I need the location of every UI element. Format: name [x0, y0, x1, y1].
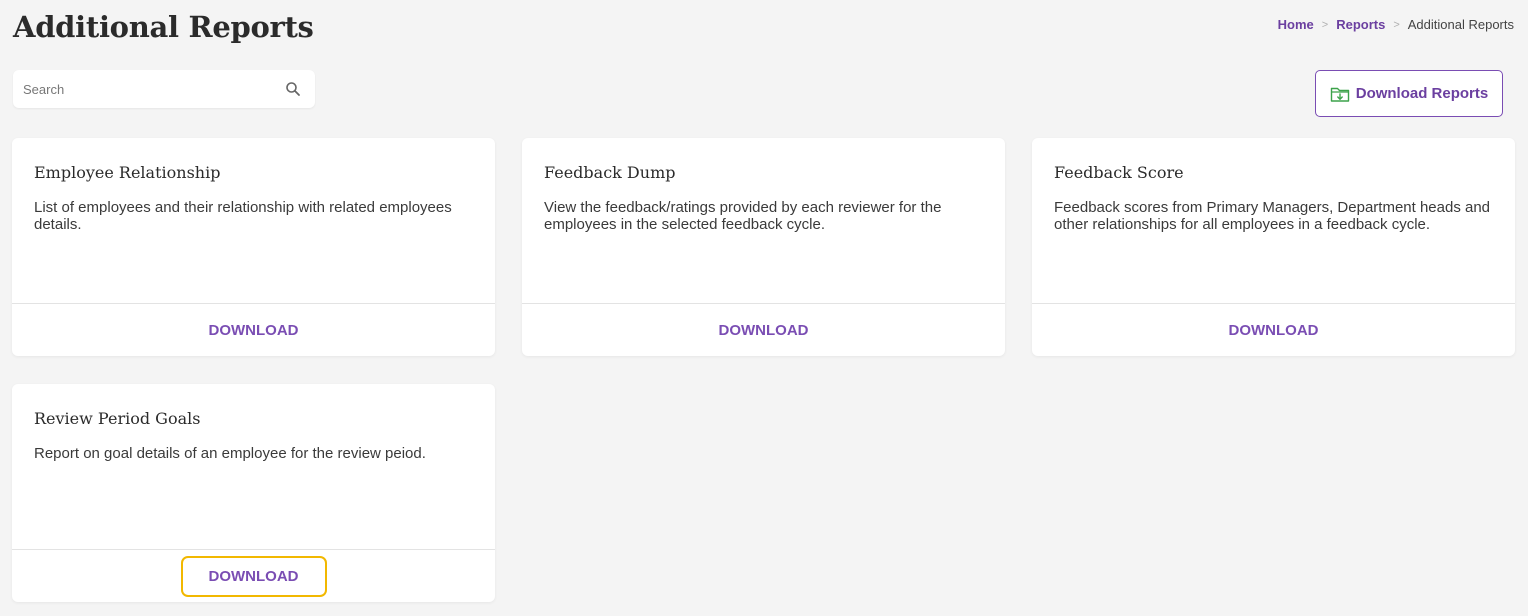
search-box [13, 70, 315, 108]
download-button[interactable]: DOWNLOAD [1032, 304, 1515, 356]
report-card-employee-relationship: Employee Relationship List of employees … [12, 138, 495, 356]
report-card-review-period-goals: Review Period Goals Report on goal detai… [12, 384, 495, 602]
breadcrumb: Home > Reports > Additional Reports [1278, 17, 1514, 32]
search-input[interactable] [13, 70, 273, 108]
card-description: Report on goal details of an employee fo… [34, 445, 426, 462]
report-card-feedback-dump: Feedback Dump View the feedback/ratings … [522, 138, 1005, 356]
download-label: DOWNLOAD [208, 321, 299, 339]
download-label: DOWNLOAD [1228, 321, 1319, 339]
folder-download-icon [1330, 87, 1349, 102]
download-label: DOWNLOAD [718, 321, 809, 339]
page-title: Additional Reports [13, 10, 314, 44]
download-button[interactable]: DOWNLOAD [522, 304, 1005, 356]
breadcrumb-reports[interactable]: Reports [1336, 17, 1385, 32]
card-description: Feedback scores from Primary Managers, D… [1054, 199, 1491, 233]
download-reports-button[interactable]: Download Reports [1315, 70, 1503, 117]
breadcrumb-current: Additional Reports [1407, 17, 1514, 32]
report-card-feedback-score: Feedback Score Feedback scores from Prim… [1032, 138, 1515, 356]
card-title: Review Period Goals [34, 409, 201, 428]
chevron-right-icon: > [1321, 18, 1329, 31]
card-description: View the feedback/ratings provided by ea… [544, 199, 942, 233]
chevron-right-icon: > [1393, 18, 1400, 31]
card-title: Feedback Dump [544, 163, 676, 182]
breadcrumb-home[interactable]: Home [1278, 17, 1314, 32]
search-icon[interactable] [285, 81, 301, 97]
download-label: DOWNLOAD [180, 555, 327, 597]
download-reports-label: Download Reports [1355, 85, 1489, 102]
download-button[interactable]: DOWNLOAD [12, 550, 495, 602]
download-button[interactable]: DOWNLOAD [12, 304, 495, 356]
card-description: List of employees and their relationship… [34, 199, 452, 233]
card-title: Employee Relationship [34, 163, 221, 182]
card-title: Feedback Score [1054, 163, 1184, 182]
